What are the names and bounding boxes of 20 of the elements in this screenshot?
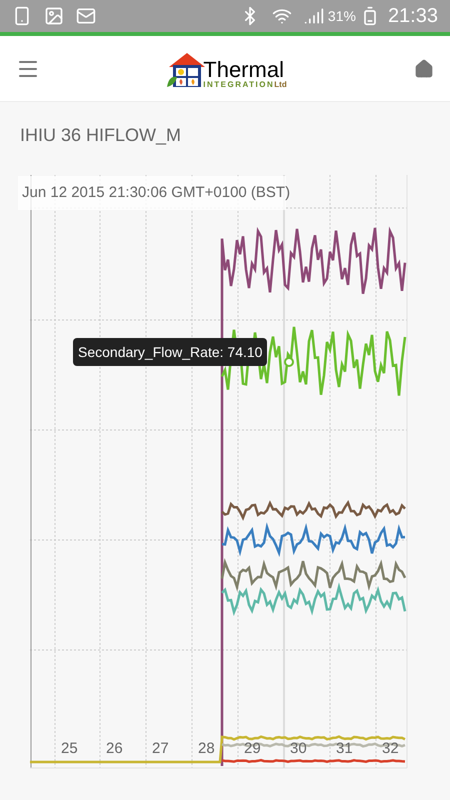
tooltip: Secondary_Flow_Rate: 74.10 (73, 338, 268, 366)
axis-tick-label: 27 (152, 739, 169, 759)
battery-percent: 31% (328, 6, 356, 26)
axis-tick-label: 32 (382, 739, 399, 759)
mail-icon (76, 6, 96, 26)
signal-icon (304, 6, 324, 26)
hover-point-icon (284, 357, 294, 367)
axis-tick-label: 30 (290, 739, 307, 759)
home-button[interactable] (414, 58, 434, 78)
axis-tick-label: 26 (106, 739, 123, 759)
logo-suffix: Ltd (274, 80, 287, 88)
image-icon (44, 6, 64, 26)
clock: 21:33 (388, 4, 438, 29)
axis-tick-label: 25 (61, 739, 78, 759)
logo-subtitle: INTEGRATION (203, 80, 274, 88)
page-title: IHIU 36 HIFLOW_M (20, 124, 182, 147)
logo-title: Thermal (203, 58, 284, 80)
axis-tick-label: 31 (336, 739, 353, 759)
axis-tick-label: 29 (244, 739, 261, 759)
axis-tick-label: 28 (198, 739, 215, 759)
